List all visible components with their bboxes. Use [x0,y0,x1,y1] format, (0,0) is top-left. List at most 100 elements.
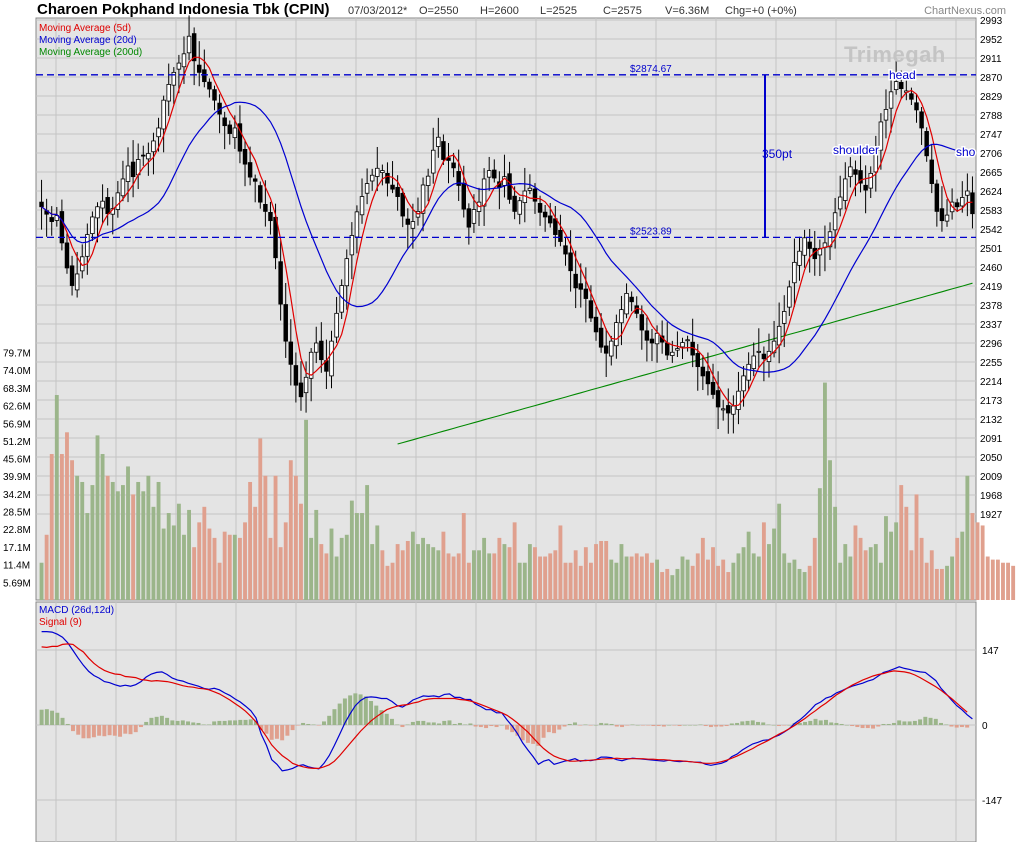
price-tick-label: 2460 [980,263,1003,274]
macd-histogram-bar [133,725,138,733]
volume-bar [604,540,609,600]
watermark-logo: Trimegah [844,42,946,67]
volume-bar [731,562,736,600]
volume-bar [416,544,420,600]
candle-body [242,148,248,165]
macd-histogram-bar [599,722,604,725]
price-tick-label: 2706 [980,149,1003,160]
candle-body [934,183,940,212]
candle-body [39,201,44,208]
candle-body [100,200,105,209]
candle-body [146,153,151,160]
macd-histogram-bar [625,725,630,726]
volume-bar [975,522,980,600]
candle-body [548,215,553,224]
macd-histogram-bar [112,725,117,736]
volume-bar [390,562,395,600]
volume-tick-label: 45.6M [3,454,31,465]
volume-bar [955,537,960,600]
volume-bar [934,568,939,600]
candle-body [893,81,899,91]
macd-histogram-bar [661,725,666,727]
macd-histogram-bar [724,725,729,727]
volume-bar [400,550,405,600]
volume-bar [761,522,766,600]
candle-body [598,327,604,348]
candle-body [329,340,334,377]
candle-body [863,184,868,191]
volume-bar [304,419,308,600]
volume-bar [980,525,985,600]
macd-histogram-bar [620,725,625,728]
site-link[interactable]: ChartNexus.com [924,5,1006,17]
candle-body [695,353,700,368]
macd-histogram-bar [81,725,86,739]
macd-histogram-bar [546,725,551,733]
candle-body [161,99,166,130]
head-label: head [889,68,916,82]
candle-body [578,283,583,290]
volume-bar [105,475,110,600]
price-tick-label: 1927 [980,510,1003,521]
macd-histogram-bar [353,693,358,725]
macd-histogram-bar [473,725,478,727]
volume-bar [573,550,578,600]
macd-histogram-bar [604,723,609,725]
macd-histogram-bar [285,725,290,736]
legend-signal: Signal (9) [39,617,82,628]
macd-histogram-bar [708,725,713,728]
volume-bar [70,460,74,600]
volume-bar [431,547,436,600]
volume-bar [644,553,649,600]
price-legend: Moving Average (5d) Moving Average (20d)… [39,23,142,59]
volume-bar [212,537,217,600]
macd-histogram-bar [750,720,755,725]
macd-histogram-bar [327,715,332,725]
candle-body [965,190,970,196]
candle-body [868,172,873,189]
volume-bar [75,475,80,600]
volume-bar [868,547,873,600]
macd-histogram-bar [928,717,933,725]
candle-body [609,340,614,357]
macd-histogram-bar [165,717,170,725]
price-tick-label: 2419 [980,282,1003,293]
candle-body [186,35,192,54]
volume-bar [309,537,314,600]
volume-bar [171,525,176,600]
macd-histogram-bar [274,725,279,739]
macd-histogram-bar [280,725,285,741]
quote-change: Chg=+0 (+0%) [725,5,797,17]
candle-body [344,258,349,287]
candle-body [451,162,456,169]
candle-body [715,390,721,408]
candle-body [247,162,253,178]
price-tick-label: 2501 [980,244,1003,255]
candle-body [756,350,762,353]
candle-body [776,325,782,346]
candle-body [471,209,477,224]
volume-bar [517,562,522,600]
macd-histogram-bar [248,719,253,725]
volume-bar [843,544,848,600]
candle-body [614,322,619,347]
volume-bar [950,556,955,600]
volume-bar [370,544,375,600]
macd-histogram-bar [442,720,447,725]
macd-histogram-bar [44,709,49,725]
macd-histogram-bar [933,718,938,725]
candle-body [151,140,156,153]
candle-body [166,84,171,102]
macd-histogram-bar [175,720,180,725]
macd-histogram-bar [834,722,839,725]
candle-body [314,342,319,353]
volume-bar [360,513,364,600]
volume-bar [767,544,771,600]
macd-histogram-bar [191,722,196,725]
volume-bar [507,547,512,600]
candle-body [90,216,95,235]
macd-histogram-bar [656,725,661,727]
candle-body [929,159,934,184]
macd-histogram-bar [452,723,457,725]
candle-body [629,296,634,303]
